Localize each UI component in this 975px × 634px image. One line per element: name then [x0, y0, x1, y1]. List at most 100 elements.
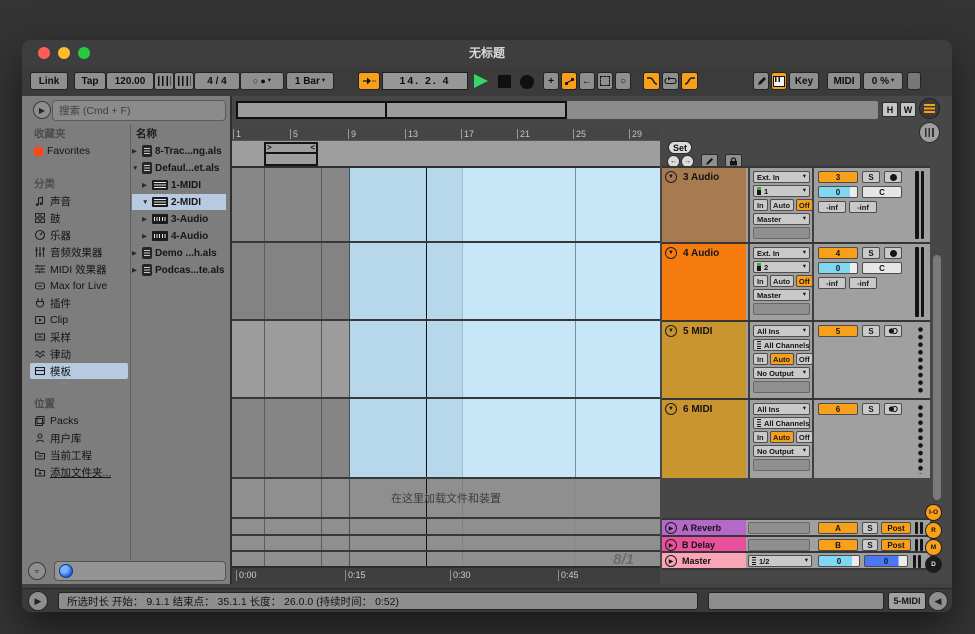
loop-switch-button[interactable] — [662, 72, 679, 90]
solo-button[interactable]: S — [862, 539, 878, 551]
solo-button[interactable]: S — [862, 403, 880, 415]
search-input[interactable] — [52, 100, 226, 121]
file-row[interactable]: ▶ Demo ...h.als — [132, 245, 226, 261]
volume-field[interactable]: 0 — [818, 262, 858, 274]
sidebar-item-drums[interactable]: 鼓 — [30, 210, 128, 226]
output-select[interactable]: Master▾ — [753, 289, 810, 301]
monitor-auto-button[interactable]: Auto — [770, 275, 794, 287]
sidebar-item-favorites[interactable]: Favorites — [30, 143, 128, 159]
play-button[interactable] — [474, 74, 488, 88]
capture-midi-button[interactable] — [597, 72, 613, 90]
file-row-selected[interactable]: ▼ 2-MIDI — [132, 194, 226, 210]
output-select[interactable]: Master▾ — [753, 213, 810, 225]
sidebar-item-max-for-live[interactable]: Max for Live — [30, 278, 128, 294]
tempo-field[interactable]: 120.00 — [106, 72, 154, 90]
arrangement-grid[interactable]: 在这里加载文件和装置 8/1 0:00 0:15 0:30 0:45 — [232, 166, 660, 584]
collapsed-arrow-icon[interactable]: ▶ — [142, 215, 149, 223]
sidebar-item-audio-effects[interactable]: 音频效果器 — [30, 244, 128, 260]
sidebar-item-templates[interactable]: 模板 — [30, 363, 128, 379]
track-name-chip[interactable]: ▼ 6 MIDI — [662, 400, 746, 478]
collapsed-arrow-icon[interactable]: ▶ — [142, 232, 149, 240]
track-activator-button[interactable]: 5 — [818, 325, 858, 337]
peak-level-left[interactable]: -inf — [818, 277, 846, 289]
sidebar-item-clips[interactable]: Clip — [30, 312, 128, 328]
monitor-in-button[interactable]: In — [753, 353, 768, 365]
track-header-4-audio[interactable]: ▼ 4 Audio Ext. In▾ 2▾ In Auto Off Master… — [662, 242, 930, 320]
input-channel-select[interactable]: 2▾ — [753, 261, 810, 273]
re-enable-automation-button[interactable]: ← — [579, 72, 595, 90]
track-name-chip[interactable]: ▼ 4 Audio — [662, 244, 746, 320]
input-type-select[interactable]: All Ins▾ — [753, 403, 810, 415]
unfold-master-button[interactable]: ▶ — [665, 555, 677, 567]
output-select[interactable]: No Output▾ — [753, 445, 810, 457]
time-signature-field[interactable]: 4 / 4 — [194, 72, 240, 90]
computer-midi-keyboard-button[interactable] — [771, 72, 787, 90]
show-returns-toggle[interactable]: R — [925, 522, 942, 539]
peak-level-right[interactable]: -inf — [849, 201, 877, 213]
output-select[interactable]: No Output▾ — [753, 367, 810, 379]
set-locator-button[interactable]: Set — [668, 141, 692, 154]
monitor-off-button[interactable]: Off — [796, 199, 813, 211]
cue-volume-field[interactable]: 0 — [864, 555, 908, 567]
monitor-auto-button[interactable]: Auto — [770, 199, 794, 211]
file-row[interactable]: ▶ 3-Audio — [132, 211, 226, 227]
punch-out-button[interactable] — [681, 72, 698, 90]
input-type-select[interactable]: Ext. In▾ — [753, 247, 810, 259]
io-meter-section-button[interactable] — [919, 122, 940, 143]
overview-zoom-region[interactable] — [236, 101, 567, 119]
return-track-b-header[interactable]: ▶ B Delay B S Post — [662, 535, 930, 551]
collapsed-arrow-icon[interactable]: ▶ — [132, 249, 139, 257]
time-selection-right[interactable] — [462, 166, 660, 478]
arm-button[interactable] — [884, 325, 902, 337]
sidebar-item-plugins[interactable]: 插件 — [30, 295, 128, 311]
time-selection-left[interactable] — [349, 166, 462, 478]
file-row[interactable]: ▶ 1-MIDI — [132, 177, 226, 193]
pre-post-toggle[interactable]: Post — [881, 522, 911, 534]
overview-height-button[interactable]: H — [882, 102, 898, 117]
monitor-in-button[interactable]: In — [753, 275, 768, 287]
track-header-3-audio[interactable]: ▼ 3 Audio Ext. In▾ 1▾ In Auto Off Master… — [662, 166, 930, 242]
return-activator-button[interactable]: B — [818, 539, 858, 551]
arm-button[interactable] — [884, 171, 902, 183]
peak-level-left[interactable]: -inf — [818, 201, 846, 213]
unfold-track-button[interactable]: ▼ — [665, 403, 677, 415]
track-header-5-midi[interactable]: ▼ 5 MIDI All Ins▾ All Channels▾ In Auto … — [662, 320, 930, 398]
expanded-arrow-icon[interactable]: ▼ — [142, 199, 149, 206]
sidebar-item-samples[interactable]: 采样 — [30, 329, 128, 345]
draw-mode-button[interactable] — [753, 72, 769, 90]
peak-level-right[interactable]: -inf — [849, 277, 877, 289]
track-activator-button[interactable]: 3 — [818, 171, 858, 183]
monitor-off-button[interactable]: Off — [796, 353, 813, 365]
return-b-lane[interactable] — [232, 535, 660, 551]
metronome-button[interactable]: ○ ● ▾ — [240, 72, 284, 90]
track-header-6-midi[interactable]: ▼ 6 MIDI All Ins▾ All Channels▾ In Auto … — [662, 398, 930, 478]
input-type-select[interactable]: Ext. In▾ — [753, 171, 810, 183]
collapsed-arrow-icon[interactable]: ▶ — [132, 266, 139, 274]
arrangement-record-button[interactable] — [520, 75, 534, 89]
sidebar-item-sounds[interactable]: 声音 — [30, 193, 128, 209]
show-track-delay-toggle[interactable]: D — [925, 556, 942, 573]
key-map-button[interactable]: Key — [789, 72, 819, 90]
solo-button[interactable]: S — [862, 247, 880, 259]
cue-out-select[interactable]: 1/2▾ — [748, 555, 812, 567]
monitor-off-button[interactable]: Off — [796, 431, 813, 443]
browser-collapse-button[interactable]: ▶ — [33, 101, 51, 119]
info-view-toggle[interactable]: ▶ — [28, 591, 48, 611]
master-track-header[interactable]: ▶ Master 1/2▾ 0 0 — [662, 551, 930, 570]
punch-in-button[interactable] — [643, 72, 660, 90]
session-record-button[interactable]: ○ — [615, 72, 631, 90]
solo-button[interactable]: S — [862, 522, 878, 534]
sidebar-item-current-project[interactable]: 当前工程 — [30, 447, 128, 463]
scrub-area[interactable]: > < — [232, 140, 660, 166]
track-name-chip[interactable]: ▼ 5 MIDI — [662, 322, 746, 398]
monitor-auto-button[interactable]: Auto — [770, 431, 794, 443]
collapsed-arrow-icon[interactable]: ▶ — [132, 147, 139, 155]
file-row[interactable]: ▶ 4-Audio — [132, 228, 226, 244]
unfold-track-button[interactable]: ▼ — [665, 325, 677, 337]
arm-button[interactable] — [884, 247, 902, 259]
sidebar-item-instruments[interactable]: 乐器 — [30, 227, 128, 243]
quantization-select[interactable]: 1 Bar ▾ — [286, 72, 334, 90]
monitor-auto-button[interactable]: Auto — [770, 353, 794, 365]
sidebar-item-midi-effects[interactable]: MIDI 效果器 — [30, 261, 128, 277]
sidebar-item-packs[interactable]: Packs — [30, 413, 128, 429]
